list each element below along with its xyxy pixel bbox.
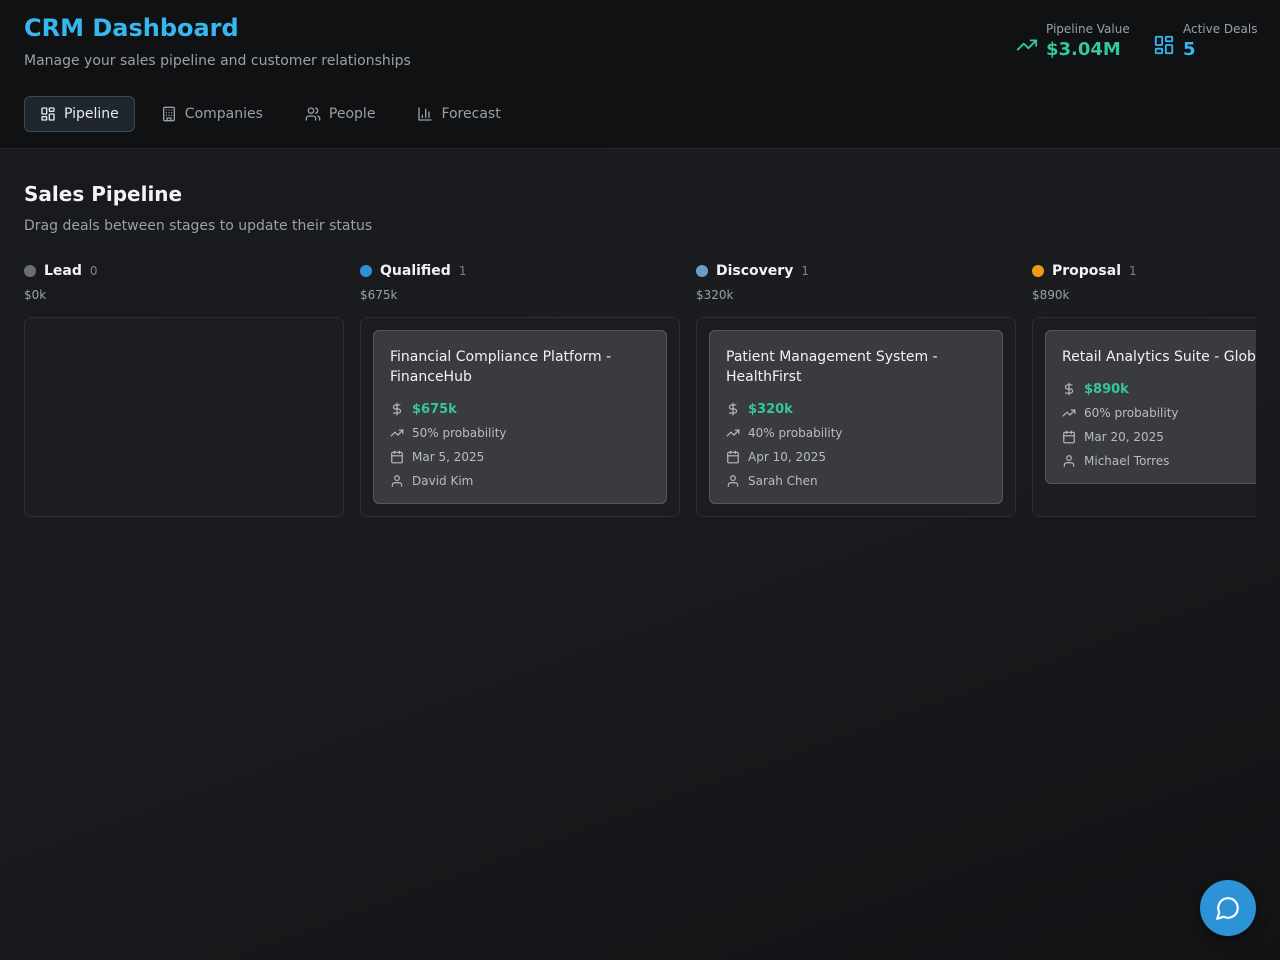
stage-header: Qualified 1 <box>360 262 680 280</box>
app-title: CRM Dashboard <box>24 14 239 42</box>
stage-total: $320k <box>696 288 734 302</box>
deal-owner: Sarah Chen <box>748 474 818 488</box>
deal-probability: 40% probability <box>748 426 843 440</box>
deal-date-row: Apr 10, 2025 <box>726 445 986 469</box>
deal-probability: 60% probability <box>1084 406 1179 420</box>
dollar-icon <box>392 402 402 416</box>
deal-title: Patient Management System - HealthFirst <box>726 349 938 385</box>
stage-name: Discovery <box>716 263 794 279</box>
deal-amount: $320k <box>748 401 793 417</box>
deal-card[interactable]: Retail Analytics Suite - Glob $890k 60% … <box>1045 330 1256 484</box>
building-icon <box>162 106 175 122</box>
tab-label: Forecast <box>441 106 501 122</box>
layout-grid-icon <box>1154 35 1174 55</box>
user-icon <box>1063 455 1075 467</box>
tab-label: People <box>328 106 376 122</box>
deal-amount-row: $675k <box>390 397 650 421</box>
deal-card[interactable]: Financial Compliance Platform - FinanceH… <box>373 330 667 504</box>
stage-name: Lead <box>44 263 82 279</box>
section-title: Sales Pipeline <box>24 182 183 206</box>
bar-chart-icon <box>418 107 433 121</box>
stage-count: 1 <box>458 264 467 278</box>
deal-date-row: Mar 20, 2025 <box>1062 425 1256 449</box>
stage-header: Proposal 1 <box>1032 262 1256 280</box>
trending-up-icon <box>1062 409 1076 417</box>
deal-probability-row: 40% probability <box>726 421 986 445</box>
deal-owner-row: Sarah Chen <box>726 469 986 493</box>
tab-label: Companies <box>184 106 263 122</box>
stage-dropzone[interactable]: Financial Compliance Platform - FinanceH… <box>360 317 680 517</box>
deal-amount: $890k <box>1084 381 1129 397</box>
layout-grid-icon <box>41 107 55 121</box>
users-icon <box>305 107 321 121</box>
stage-total: $890k <box>1032 288 1070 302</box>
active-deals-value: 5 <box>1183 39 1196 60</box>
calendar-icon <box>727 450 739 464</box>
section-subtitle: Drag deals between stages to update thei… <box>24 218 373 234</box>
stage-column-discovery: Discovery 1 $320k Patient Management Sys… <box>696 262 1016 517</box>
deal-date: Mar 20, 2025 <box>1084 430 1164 444</box>
tab-companies[interactable]: Companies <box>145 96 279 132</box>
chat-button[interactable] <box>1200 880 1256 936</box>
deal-date: Apr 10, 2025 <box>748 450 827 464</box>
deal-date: Mar 5, 2025 <box>412 450 485 464</box>
deal-owner-row: Michael Torres <box>1062 449 1256 473</box>
user-icon <box>391 475 403 487</box>
stage-name: Qualified <box>380 263 451 279</box>
deal-amount-row: $890k <box>1062 377 1256 401</box>
stage-dropzone[interactable]: Patient Management System - HealthFirst … <box>696 317 1016 517</box>
tab-people[interactable]: People <box>289 96 392 132</box>
stage-dropzone[interactable] <box>24 317 344 517</box>
calendar-icon <box>1063 430 1075 444</box>
dollar-icon <box>728 402 738 416</box>
trending-up-icon <box>1016 39 1038 51</box>
deal-date-row: Mar 5, 2025 <box>390 445 650 469</box>
deal-title: Retail Analytics Suite - Glob <box>1062 349 1256 365</box>
stage-column-qualified: Qualified 1 $675k Financial Compliance P… <box>360 262 680 517</box>
stage-dot <box>1032 265 1044 277</box>
stage-column-lead: Lead 0 $0k <box>24 262 344 517</box>
active-deals-label: Active Deals <box>1183 22 1258 36</box>
dollar-icon <box>1064 382 1074 396</box>
stage-name: Proposal <box>1052 263 1122 279</box>
deal-owner: Michael Torres <box>1084 454 1170 468</box>
deal-amount: $675k <box>412 401 457 417</box>
stage-header: Lead 0 <box>24 262 344 280</box>
stage-count: 1 <box>1129 264 1137 278</box>
deal-amount-row: $320k <box>726 397 986 421</box>
stage-column-proposal: Proposal 1 $890k Retail Analytics Suite … <box>1032 262 1256 517</box>
pipeline-board: Lead 0 $0k Qualified 1 $675k Financial C… <box>24 262 1256 562</box>
deal-owner-row: David Kim <box>390 469 650 493</box>
deal-probability: 50% probability <box>412 426 507 440</box>
stage-dot <box>360 265 372 277</box>
user-icon <box>727 475 739 487</box>
stage-count: 1 <box>801 264 809 278</box>
tab-forecast[interactable]: Forecast <box>401 96 516 132</box>
stage-total: $675k <box>360 288 398 302</box>
trending-up-icon <box>390 429 404 437</box>
main-tabs: Pipeline Companies People Forecast <box>24 96 527 132</box>
stage-dropzone[interactable]: Retail Analytics Suite - Glob $890k 60% … <box>1032 317 1256 517</box>
active-deals-stat: Active Deals 5 <box>1153 22 1258 60</box>
app-subtitle: Manage your sales pipeline and customer … <box>24 53 411 69</box>
deal-probability-row: 50% probability <box>390 421 650 445</box>
stage-dot <box>696 265 708 277</box>
stage-dot <box>24 265 36 277</box>
trending-up-icon <box>726 429 740 437</box>
pipeline-value-stat: Pipeline Value $3.04M <box>1016 22 1130 60</box>
deal-title: Financial Compliance Platform - FinanceH… <box>390 349 612 385</box>
pipeline-value-label: Pipeline Value <box>1046 22 1130 36</box>
deal-card[interactable]: Patient Management System - HealthFirst … <box>709 330 1003 504</box>
deal-probability-row: 60% probability <box>1062 401 1256 425</box>
calendar-icon <box>391 450 403 464</box>
deal-owner: David Kim <box>412 474 474 488</box>
tab-pipeline[interactable]: Pipeline <box>24 96 135 132</box>
pipeline-value: $3.04M <box>1046 39 1121 60</box>
stage-total: $0k <box>24 288 47 302</box>
tab-label: Pipeline <box>64 106 119 122</box>
stage-header: Discovery 1 <box>696 262 1016 280</box>
chat-bubble-icon <box>1216 897 1239 920</box>
stage-count: 0 <box>89 264 98 278</box>
app-header: CRM Dashboard Manage your sales pipeline… <box>0 0 1280 149</box>
